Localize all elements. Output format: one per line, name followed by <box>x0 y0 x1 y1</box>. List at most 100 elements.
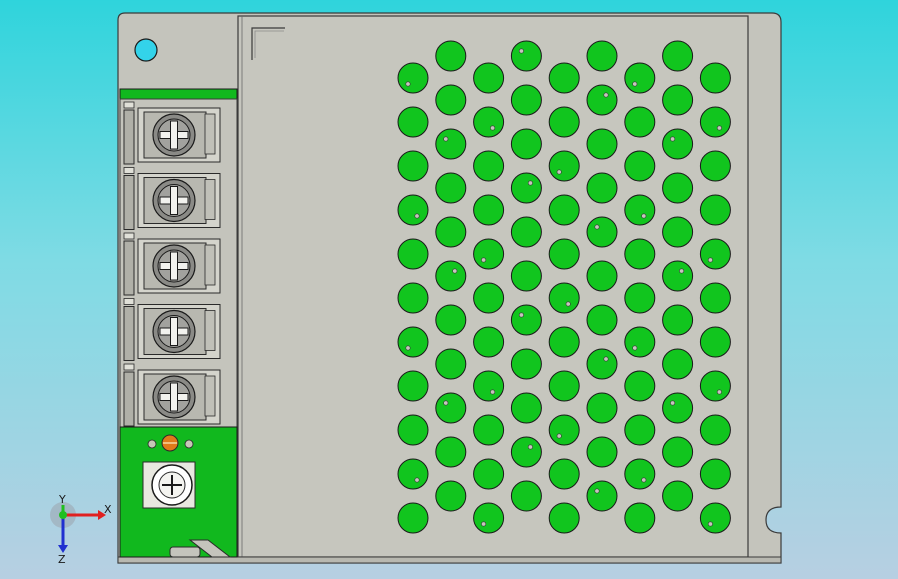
vent-hole <box>473 238 505 270</box>
terminal-notch <box>123 101 135 109</box>
vent-hole <box>624 238 656 270</box>
vent-hole <box>662 172 694 204</box>
terminal-screw[interactable] <box>123 167 221 230</box>
axis-triad: X Y Z <box>50 495 112 565</box>
vent-hole <box>548 62 580 94</box>
vent-hole <box>397 194 429 226</box>
terminal-notch <box>123 167 135 174</box>
z-axis-label: Z <box>58 553 66 565</box>
vent-hole <box>586 480 618 512</box>
vent-hole <box>624 502 656 534</box>
vent-hole <box>624 458 656 490</box>
vent-hole <box>548 458 580 490</box>
vent-hole <box>624 150 656 182</box>
vent-hole <box>435 392 467 424</box>
terminal-clip <box>123 109 135 165</box>
vent-hole <box>586 216 618 248</box>
mounting-hole[interactable] <box>134 38 158 62</box>
vent-hole <box>699 326 731 358</box>
cad-viewport[interactable] <box>0 0 898 579</box>
vent-hole <box>586 348 618 380</box>
vent-hole <box>548 106 580 138</box>
vent-hole <box>435 480 467 512</box>
vent-hole <box>586 172 618 204</box>
bottom-connector <box>169 546 201 558</box>
screw-slot-v <box>170 186 178 215</box>
vent-hole <box>397 370 429 402</box>
screw-slot-v <box>170 120 178 150</box>
screw-slot-v <box>170 317 178 346</box>
vent-hole <box>699 458 731 490</box>
base-strip <box>117 556 782 564</box>
terminal-screw[interactable] <box>123 298 221 361</box>
vent-hole <box>397 282 429 314</box>
vent-hole <box>662 84 694 116</box>
vent-hole <box>699 150 731 182</box>
terminal-tab <box>204 375 216 417</box>
vent-hole <box>397 238 429 270</box>
z-axis-arrow-icon <box>58 545 68 553</box>
terminal-notch <box>123 232 135 240</box>
vent-hole <box>435 216 467 248</box>
vent-hole <box>662 40 694 72</box>
terminal-screw[interactable] <box>123 101 221 165</box>
vent-hole <box>586 260 618 292</box>
vent-hole <box>699 238 731 270</box>
terminal-screw[interactable] <box>123 363 221 427</box>
screw-slot-v <box>170 251 178 281</box>
vent-hole <box>699 106 731 138</box>
vent-hole <box>435 260 467 292</box>
vent-hole <box>435 40 467 72</box>
vent-hole <box>510 84 542 116</box>
vent-hole <box>548 414 580 446</box>
vent-hole <box>662 260 694 292</box>
vent-hole <box>699 414 731 446</box>
vent-hole <box>397 414 429 446</box>
terminal-tab <box>204 244 216 286</box>
vent-hole <box>699 282 731 314</box>
control-pcb <box>119 426 238 558</box>
vent-hole <box>510 216 542 248</box>
vent-hole <box>435 128 467 160</box>
vent-hole <box>510 304 542 336</box>
vent-hole <box>548 238 580 270</box>
vent-hole <box>473 458 505 490</box>
terminal-notch <box>123 298 135 305</box>
vent-hole <box>473 370 505 402</box>
led-pad-right <box>184 439 194 449</box>
vent-hole <box>662 216 694 248</box>
terminal-tab <box>204 179 216 220</box>
terminal-clip <box>123 175 135 230</box>
vent-hole <box>586 128 618 160</box>
vent-hole <box>435 84 467 116</box>
terminal-block <box>119 88 238 428</box>
vent-hole <box>548 194 580 226</box>
vent-hole <box>624 194 656 226</box>
pcb-top-strip <box>119 88 238 100</box>
terminal-clip <box>123 306 135 361</box>
terminal-clip <box>123 371 135 427</box>
vent-hole <box>662 304 694 336</box>
terminal-list <box>123 101 221 427</box>
vent-hole <box>510 348 542 380</box>
vent-hole <box>473 106 505 138</box>
vent-hole <box>473 414 505 446</box>
vent-hole <box>548 326 580 358</box>
vent-hole <box>473 150 505 182</box>
vent-hole <box>473 282 505 314</box>
terminal-screw[interactable] <box>123 232 221 296</box>
terminal-clip <box>123 240 135 296</box>
vent-hole <box>435 348 467 380</box>
vent-hole <box>510 260 542 292</box>
vent-hole <box>624 106 656 138</box>
y-axis-label: Y <box>58 495 66 506</box>
x-axis-label: X <box>104 503 112 516</box>
vent-hole <box>699 502 731 534</box>
vent-hole <box>586 436 618 468</box>
vent-hole <box>548 282 580 314</box>
vent-hole <box>510 480 542 512</box>
vent-hole <box>397 106 429 138</box>
triad-center-icon <box>59 511 67 519</box>
vent-hole <box>435 436 467 468</box>
vent-hole <box>397 458 429 490</box>
